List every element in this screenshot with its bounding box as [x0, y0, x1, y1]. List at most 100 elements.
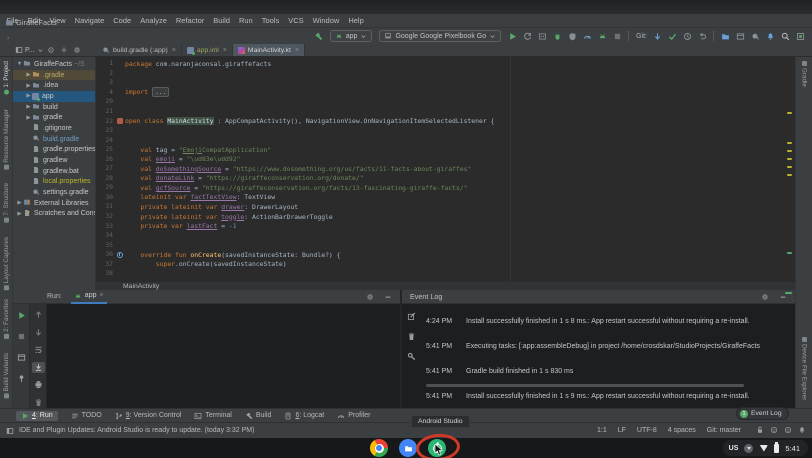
- tool-stripe-device-file-explorer[interactable]: Device File Explorer: [801, 337, 808, 400]
- pin-button[interactable]: [15, 372, 28, 384]
- run-button[interactable]: [505, 30, 519, 43]
- menu-navigate[interactable]: Navigate: [70, 14, 109, 27]
- toolwindow-button-build[interactable]: Build: [245, 412, 272, 420]
- down-button[interactable]: [32, 327, 45, 339]
- breadcrumb-giraffefacts[interactable]: GiraffeFacts: [5, 18, 57, 27]
- expand-arrow-icon[interactable]: ▶: [25, 104, 32, 110]
- tree-item-gradle.properties[interactable]: gradle.properties: [13, 145, 95, 156]
- clear-button[interactable]: [32, 397, 45, 409]
- error-stripe-mark[interactable]: [787, 142, 792, 144]
- tree-item-settings.gradle[interactable]: settings.gradle: [13, 187, 95, 198]
- override-gutter-icon[interactable]: [117, 252, 123, 258]
- tree-item-gradlew[interactable]: gradlew: [13, 155, 95, 166]
- tree-item-gradle[interactable]: ▶gradle: [13, 112, 95, 123]
- event-log-hscrollbar[interactable]: [426, 384, 744, 387]
- menu-code[interactable]: Code: [109, 14, 136, 27]
- expand-arrow-icon[interactable]: ▶: [25, 115, 32, 121]
- layout-button[interactable]: [15, 351, 28, 363]
- scrollend-button[interactable]: [32, 362, 45, 374]
- error-stripe-mark[interactable]: [787, 252, 792, 254]
- tool-stripe-build-variants[interactable]: Build Variants: [3, 353, 10, 398]
- stop-button[interactable]: [610, 30, 624, 43]
- notifications-button[interactable]: [763, 30, 777, 43]
- tool-stripe-gradle[interactable]: Gradle: [801, 61, 808, 87]
- rerun-button[interactable]: [15, 309, 28, 321]
- status-4-spaces[interactable]: 4 spaces: [668, 427, 696, 434]
- run-tab-app[interactable]: app×: [71, 290, 107, 304]
- status-utf-8[interactable]: UTF-8: [637, 427, 657, 434]
- search-everywhere-button[interactable]: [778, 30, 792, 43]
- notifications-icon[interactable]: [798, 426, 806, 436]
- project-structure-button[interactable]: [793, 30, 807, 43]
- close-tab-icon[interactable]: ×: [172, 47, 176, 54]
- tree-item-.gitignore[interactable]: .gitignore: [13, 123, 95, 134]
- commit-button[interactable]: [665, 30, 679, 43]
- expand-arrow-icon[interactable]: ▼: [16, 61, 23, 67]
- error-stripe-mark[interactable]: [787, 174, 792, 176]
- avd-manager-button[interactable]: [733, 30, 747, 43]
- expand-arrow-icon[interactable]: ▶: [25, 83, 32, 89]
- toolwindow-toggle-icon[interactable]: [6, 427, 14, 435]
- event-log-settings-button[interactable]: [758, 290, 772, 303]
- tree-item-app[interactable]: ▶app: [13, 91, 95, 102]
- toolwindow-button-terminal[interactable]: Terminal: [194, 412, 231, 420]
- menu-window[interactable]: Window: [308, 14, 344, 27]
- apply-changes-button[interactable]: [520, 30, 534, 43]
- menu-analyze[interactable]: Analyze: [136, 14, 172, 27]
- debug-button[interactable]: [550, 30, 564, 43]
- expand-arrow-icon[interactable]: ▶: [25, 72, 32, 78]
- close-tab-icon[interactable]: ×: [295, 47, 299, 54]
- smiley-icon[interactable]: [770, 426, 778, 436]
- stop-button[interactable]: [15, 330, 28, 342]
- menu-build[interactable]: Build: [209, 14, 235, 27]
- tree-item-Scratches and Consoles[interactable]: ▶Scratches and Consoles: [13, 209, 95, 220]
- toolwindow-button-4-run[interactable]: 4: Run: [16, 411, 58, 421]
- error-stripe-mark[interactable]: [787, 150, 792, 152]
- run-settings-button[interactable]: [363, 290, 377, 303]
- tree-item-.gradle[interactable]: ▶.gradle: [13, 70, 95, 81]
- close-tab-icon[interactable]: ×: [223, 47, 227, 54]
- system-tray[interactable]: US 5:41: [723, 440, 808, 456]
- status-lf[interactable]: LF: [618, 427, 626, 434]
- project-view-selector[interactable]: P...: [25, 47, 35, 54]
- tree-item-GiraffeFacts[interactable]: ▼GiraffeFacts ~/S: [13, 59, 95, 70]
- print-button[interactable]: [32, 379, 45, 391]
- toolwindow-button-9-version-control[interactable]: 9: Version Control: [115, 412, 182, 420]
- tool-stripe-1-project[interactable]: 1: Project: [3, 61, 10, 95]
- error-stripe-mark[interactable]: [787, 158, 792, 160]
- tab-MainActivity.kt[interactable]: MainActivity.kt×: [233, 44, 305, 56]
- expand-arrow-icon[interactable]: ▶: [25, 93, 32, 99]
- tree-item-build[interactable]: ▶build: [13, 102, 95, 113]
- project-tree[interactable]: ▼GiraffeFacts ~/S▶.gradle▶.idea▶app▶buil…: [13, 57, 96, 290]
- menu-vcs[interactable]: VCS: [284, 14, 308, 27]
- rollback-button[interactable]: [695, 30, 709, 43]
- apply-code-changes-button[interactable]: [535, 30, 549, 43]
- run-config-selector[interactable]: app: [330, 30, 373, 42]
- tool-stripe-7-structure[interactable]: 7: Structure: [3, 183, 10, 223]
- status-git-master[interactable]: Git: master: [707, 427, 741, 434]
- lock-icon[interactable]: [756, 426, 764, 436]
- menu-refactor[interactable]: Refactor: [171, 14, 208, 27]
- close-tab-icon[interactable]: ×: [99, 292, 103, 299]
- coverage-button[interactable]: [565, 30, 579, 43]
- locate-file-button[interactable]: [46, 44, 57, 57]
- profile-button[interactable]: [580, 30, 594, 43]
- minimize-button[interactable]: [381, 290, 395, 303]
- softwrap-button[interactable]: [32, 344, 45, 356]
- update-project-button[interactable]: [650, 30, 664, 43]
- tree-item-build.gradle[interactable]: build.gradle: [13, 134, 95, 145]
- expand-arrow-icon[interactable]: ▶: [16, 211, 23, 217]
- tool-stripe-2-favorites[interactable]: 2: Favorites: [3, 299, 10, 339]
- history-button[interactable]: [680, 30, 694, 43]
- menu-run[interactable]: Run: [234, 14, 257, 27]
- toolwindow-button-profiler[interactable]: Profiler: [337, 412, 370, 420]
- event-log-badge-button[interactable]: 1 Event Log: [736, 407, 789, 420]
- tool-stripe-layout-captures[interactable]: Layout Captures: [3, 237, 10, 290]
- frowny-icon[interactable]: [784, 426, 792, 436]
- expand-arrow-icon[interactable]: ▶: [16, 200, 23, 206]
- menu-help[interactable]: Help: [344, 14, 368, 27]
- chrome-icon[interactable]: [370, 439, 388, 457]
- gutter-class-icon[interactable]: [117, 118, 123, 124]
- tree-item-.idea[interactable]: ▶.idea: [13, 80, 95, 91]
- tab-build.gradle (:app)[interactable]: build.gradle (:app)×: [97, 44, 182, 56]
